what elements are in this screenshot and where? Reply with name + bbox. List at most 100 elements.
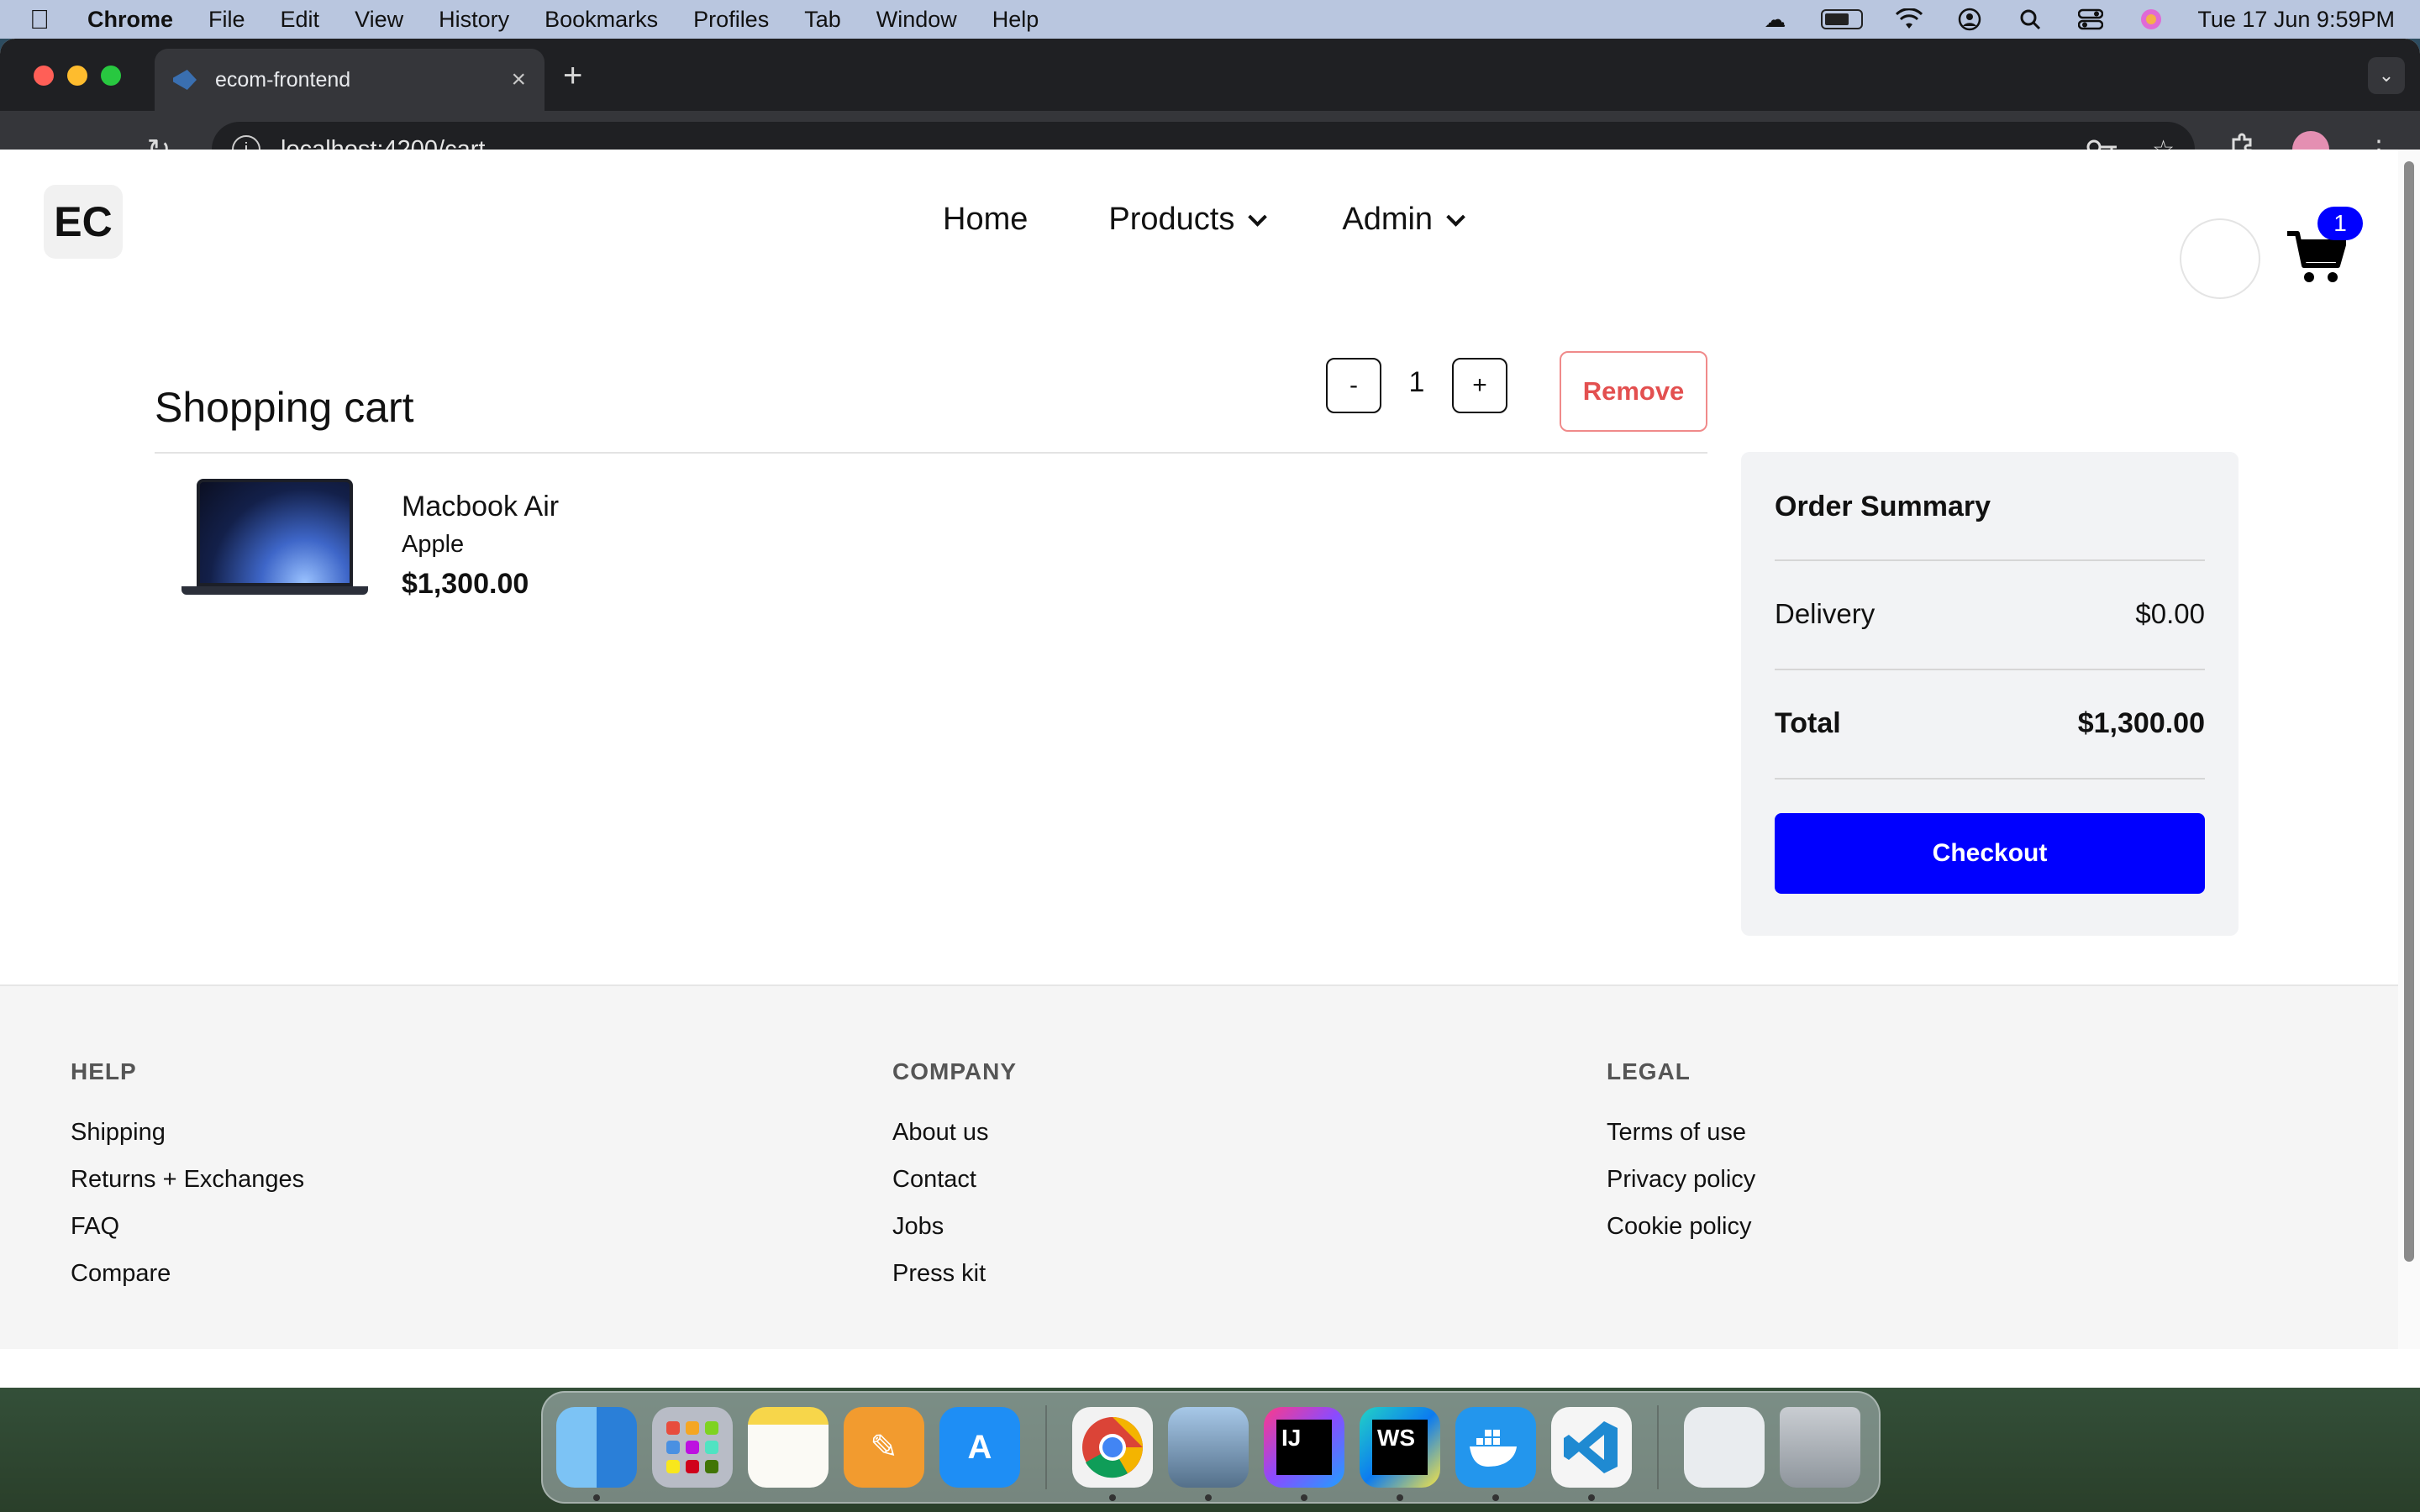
webstorm-label: WS <box>1372 1420 1428 1475</box>
macos-dock: ✎ A IJ WS <box>541 1391 1881 1504</box>
pages-icon[interactable]: ✎ <box>844 1407 924 1488</box>
summary-divider <box>1775 778 2205 780</box>
tab-favicon-icon <box>173 70 197 90</box>
menu-app-name[interactable]: Chrome <box>87 7 173 33</box>
finder-icon[interactable] <box>556 1407 637 1501</box>
total-value: $1,300.00 <box>2077 707 2205 739</box>
apple-menu-icon[interactable]:  <box>25 4 54 35</box>
product-image-macbook[interactable] <box>182 479 368 596</box>
total-row: Total $1,300.00 <box>1775 707 2205 740</box>
chevron-down-icon <box>1446 207 1465 227</box>
preview-icon[interactable] <box>1168 1407 1249 1501</box>
footer-link-shipping[interactable]: Shipping <box>71 1119 304 1146</box>
cart-item: Macbook Air Apple $1,300.00 <box>155 454 1707 622</box>
chrome-icon[interactable] <box>1072 1407 1153 1501</box>
wifi-icon[interactable] <box>1895 8 1923 31</box>
siri-icon[interactable] <box>2137 8 2165 31</box>
cart-count-badge[interactable]: 1 <box>2317 207 2363 240</box>
footer-link-about[interactable]: About us <box>892 1119 1017 1146</box>
documents-icon[interactable] <box>1684 1407 1765 1488</box>
page-title: Shopping cart <box>155 384 414 431</box>
nav-admin-label: Admin <box>1342 202 1434 237</box>
user-avatar-button[interactable] <box>2180 218 2260 299</box>
nav-products[interactable]: Products <box>1108 202 1268 238</box>
product-price: $1,300.00 <box>402 568 529 600</box>
web-page: EC Home Products Admin 1 Shopping cart M… <box>0 150 2398 1349</box>
total-label: Total <box>1775 707 1841 739</box>
close-window-button[interactable] <box>34 66 54 86</box>
quantity-value: 1 <box>1408 366 1425 398</box>
spotlight-search-icon[interactable] <box>2016 8 2044 31</box>
tab-ecom-frontend[interactable]: ecom-frontend × <box>155 49 544 111</box>
footer-link-terms[interactable]: Terms of use <box>1607 1119 1755 1146</box>
control-center-icon[interactable] <box>2076 8 2105 31</box>
nav-home-label: Home <box>943 202 1028 237</box>
docker-icon[interactable] <box>1455 1407 1536 1501</box>
main-nav: Home Products Admin <box>943 202 1465 238</box>
footer-legal-heading: LEGAL <box>1607 1058 1691 1084</box>
summary-divider <box>1775 669 2205 670</box>
menu-history[interactable]: History <box>439 7 509 33</box>
nav-home[interactable]: Home <box>943 202 1028 238</box>
user-account-icon[interactable] <box>1955 8 1984 31</box>
menu-help[interactable]: Help <box>992 7 1039 33</box>
zoom-window-button[interactable] <box>101 66 121 86</box>
footer-link-returns[interactable]: Returns + Exchanges <box>71 1166 304 1193</box>
tab-strip: ecom-frontend × + ⌄ <box>0 39 2420 111</box>
window-controls <box>34 66 121 86</box>
tab-title: ecom-frontend <box>215 67 351 92</box>
page-scrollbar[interactable] <box>2398 150 2420 1349</box>
trash-icon[interactable] <box>1780 1407 1860 1488</box>
footer-link-jobs[interactable]: Jobs <box>892 1213 1017 1240</box>
app-store-icon[interactable]: A <box>939 1407 1020 1488</box>
intellij-icon[interactable]: IJ <box>1264 1407 1344 1501</box>
footer-company-heading: COMPANY <box>892 1058 1018 1084</box>
delivery-value: $0.00 <box>2135 598 2205 629</box>
footer-help-heading: HELP <box>71 1058 137 1084</box>
remove-item-button[interactable]: Remove <box>1560 351 1707 432</box>
menu-bookmarks[interactable]: Bookmarks <box>544 7 658 33</box>
footer-link-cookie[interactable]: Cookie policy <box>1607 1213 1755 1240</box>
footer-link-contact[interactable]: Contact <box>892 1166 1017 1193</box>
menu-window[interactable]: Window <box>876 7 957 33</box>
dock-separator <box>1657 1405 1659 1489</box>
dock-separator <box>1045 1405 1047 1489</box>
intellij-label: IJ <box>1276 1420 1332 1475</box>
quantity-decrement-button[interactable]: - <box>1326 358 1381 413</box>
minimize-window-button[interactable] <box>67 66 87 86</box>
quantity-increment-button[interactable]: + <box>1452 358 1507 413</box>
checkout-button[interactable]: Checkout <box>1775 813 2205 894</box>
battery-icon[interactable] <box>1821 9 1864 29</box>
site-logo[interactable]: EC <box>44 185 123 259</box>
close-tab-icon[interactable]: × <box>511 66 526 94</box>
menubar-status-area: ☁ Tue 17 Jun 9:59PM <box>1760 7 2395 33</box>
tab-search-chevron-icon[interactable]: ⌄ <box>2368 57 2405 94</box>
macos-menu-bar:  Chrome File Edit View History Bookmark… <box>0 0 2420 39</box>
nav-products-label: Products <box>1108 202 1235 237</box>
webstorm-icon[interactable]: WS <box>1360 1407 1440 1501</box>
product-name[interactable]: Macbook Air <box>402 491 559 523</box>
scrollbar-thumb[interactable] <box>2404 161 2414 1262</box>
footer-link-privacy[interactable]: Privacy policy <box>1607 1166 1755 1193</box>
footer-link-faq[interactable]: FAQ <box>71 1213 304 1240</box>
chevron-down-icon <box>1248 207 1268 227</box>
product-brand: Apple <box>402 531 465 558</box>
footer-link-compare[interactable]: Compare <box>71 1260 304 1287</box>
menu-tab[interactable]: Tab <box>804 7 841 33</box>
footer-legal-column: LEGAL Terms of use Privacy policy Cookie… <box>1607 1058 1755 1260</box>
footer-company-column: COMPANY About us Contact Jobs Press kit <box>892 1058 1017 1307</box>
footer-link-press-kit[interactable]: Press kit <box>892 1260 1017 1287</box>
nav-admin[interactable]: Admin <box>1342 202 1465 238</box>
menu-profiles[interactable]: Profiles <box>693 7 769 33</box>
summary-divider <box>1775 559 2205 561</box>
site-header: EC Home Products Admin 1 <box>0 150 2398 301</box>
vscode-icon[interactable] <box>1551 1407 1632 1501</box>
new-tab-button[interactable]: + <box>563 57 582 95</box>
menu-file[interactable]: File <box>208 7 245 33</box>
menu-view[interactable]: View <box>355 7 403 33</box>
launchpad-icon[interactable] <box>652 1407 733 1488</box>
menu-edit[interactable]: Edit <box>281 7 320 33</box>
weather-icon[interactable]: ☁ <box>1760 7 1789 32</box>
menubar-clock[interactable]: Tue 17 Jun 9:59PM <box>2197 7 2395 33</box>
notes-icon[interactable] <box>748 1407 829 1488</box>
